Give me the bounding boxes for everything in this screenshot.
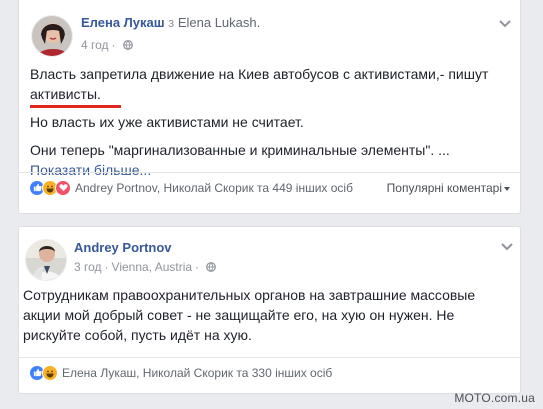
post-text-line: акции мой добрый совет - не защищайте ег…: [23, 307, 455, 323]
post-text-line: Но власть их уже активистами не считает.: [30, 114, 304, 130]
post-body: Власть запретила движение на Киев автобу…: [30, 64, 500, 180]
chevron-down-icon[interactable]: [498, 19, 512, 29]
post-text-line: Сотрудникам правоохранительных органов н…: [23, 287, 476, 303]
post-body: Сотрудникам правоохранительных органов н…: [23, 285, 513, 345]
reaction-names[interactable]: Andrey Portnov, Николай Скорик та 449 ін…: [75, 181, 353, 195]
post-card-lukash: Елена Лукаш з Elena Lukash. 4 год · Влас…: [18, 0, 521, 214]
author-name[interactable]: Елена Лукаш: [81, 15, 165, 30]
post-location[interactable]: Vienna, Austria: [112, 260, 193, 274]
reaction-icons[interactable]: [29, 364, 58, 381]
reaction-names[interactable]: Елена Лукаш, Николай Скорик та 330 інших…: [62, 366, 332, 380]
post-timestamp[interactable]: 3 год: [74, 260, 102, 274]
reactions-bar: Andrey Portnov, Николай Скорик та 449 ін…: [19, 172, 520, 202]
post-text-line: Они теперь "маргинализованные и криминал…: [30, 142, 450, 158]
globe-icon: [206, 262, 216, 272]
reaction-icons[interactable]: [29, 179, 71, 196]
post-text-line: Власть запретила движение на Киев автобу…: [30, 66, 489, 82]
comment-sort-label: Популярні коментарі: [386, 181, 502, 195]
post-timestamp[interactable]: 4 год: [81, 38, 109, 52]
globe-icon: [122, 40, 133, 50]
post-card-portnov: Andrey Portnov 3 год · Vienna, Austria ·…: [18, 226, 521, 394]
caret-down-icon: [504, 186, 510, 191]
author-name[interactable]: Andrey Portnov: [74, 240, 172, 255]
haha-icon: [42, 364, 58, 381]
via-word: з: [168, 15, 175, 30]
love-icon: [55, 179, 71, 196]
author-avatar[interactable]: [25, 239, 67, 281]
reactions-bar: Елена Лукаш, Николай Скорик та 330 інших…: [19, 357, 520, 387]
author-line: Andrey Portnov: [74, 240, 172, 255]
comment-sort-dropdown[interactable]: Популярні коментарі: [387, 181, 510, 195]
red-underline: [30, 105, 121, 108]
watermark: MOTO.com.ua: [454, 391, 535, 405]
via-page-name[interactable]: Elena Lukash.: [178, 15, 260, 30]
post-meta: 3 год · Vienna, Austria ·: [74, 260, 216, 274]
author-avatar[interactable]: [31, 15, 73, 57]
post-text-line: рискуйте собой, пусть идёт на хую.: [23, 327, 252, 343]
chevron-down-icon[interactable]: [500, 242, 514, 252]
author-line: Елена Лукаш з Elena Lukash.: [81, 15, 260, 30]
post-meta: 4 год ·: [81, 38, 133, 52]
underlined-word: активисты.: [30, 84, 121, 108]
